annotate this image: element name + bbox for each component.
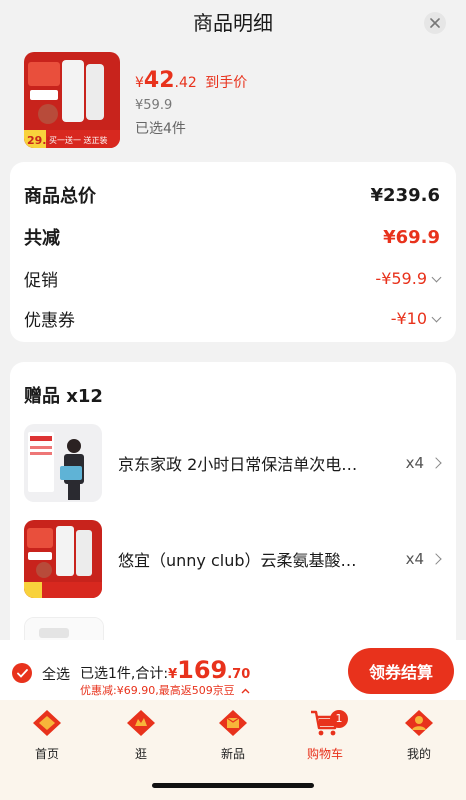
- chevron-down-icon: [431, 272, 442, 283]
- discount-detail[interactable]: 优惠减:¥69.90,最高返509京豆: [80, 682, 250, 698]
- tab-home[interactable]: 首页: [12, 708, 82, 762]
- gift-name: 悠宜（unny club）云柔氨基酸…: [118, 551, 357, 570]
- summary-prefix: 已选1件,合计:: [80, 666, 169, 682]
- product-detail-sheet: 商品明细 29.9 买一送一 送正装 ¥42.42 到手价 ¥59.9 已选4件: [0, 0, 466, 800]
- coupon-row[interactable]: 优惠券 -¥10: [24, 306, 442, 331]
- tab-label: 我的: [406, 747, 431, 761]
- price-decimal: .42: [174, 75, 197, 91]
- tab-label: 新品: [220, 747, 245, 761]
- tab-label: 逛: [134, 747, 147, 761]
- gift-item[interactable]: 京东家政 2小时日常保洁单次电… x4: [24, 424, 442, 502]
- price-main: 42: [143, 68, 175, 93]
- select-all-checkbox[interactable]: [12, 663, 32, 683]
- sheet-header: 商品明细: [0, 0, 466, 46]
- checkout-button[interactable]: 领券结算: [348, 648, 454, 694]
- sheet-title: 商品明细: [193, 11, 273, 35]
- gift-item[interactable]: 悠宜（unny club）云柔氨基酸… x4: [24, 520, 442, 598]
- close-icon: [430, 18, 440, 28]
- tab-label: 首页: [34, 747, 59, 761]
- original-price: ¥59.9: [135, 98, 173, 113]
- tab-cart[interactable]: 1 购物车: [290, 708, 360, 762]
- gifts-card: 赠品 x12 京东家政 2小时日常保洁单次电… x4 悠宜（unny club）…: [10, 362, 456, 662]
- gifts-title: 赠品 x12: [24, 386, 103, 407]
- chevron-right-icon: [430, 553, 442, 565]
- checkout-bar: 全选 已选1件,合计:¥169.70 优惠减:¥69.90,最高返509京豆 领…: [0, 640, 466, 700]
- cart-badge: 1: [330, 710, 348, 728]
- profile-icon: [405, 710, 433, 736]
- coupon-label: 优惠券: [24, 311, 75, 331]
- home-icon: [33, 710, 61, 736]
- gift-qty-group: x4: [405, 550, 442, 568]
- hand-price: ¥42.42 到手价: [135, 68, 247, 93]
- gift-qty: x4: [405, 550, 424, 568]
- total-label: 商品总价: [24, 186, 96, 207]
- product-image[interactable]: 29.9 买一送一 送正装: [24, 52, 120, 148]
- promo-row[interactable]: 促销 -¥59.9: [24, 266, 442, 291]
- total-value: ¥239.6: [370, 184, 440, 206]
- total-decimal: .70: [227, 667, 251, 682]
- tab-label: 购物车: [306, 747, 343, 761]
- select-all-label[interactable]: 全选: [42, 664, 70, 684]
- chevron-up-icon: [241, 688, 250, 694]
- tab-new-products[interactable]: 新品: [198, 708, 268, 762]
- total-currency: ¥: [168, 667, 178, 682]
- promo-value: -¥59.9: [375, 269, 427, 288]
- gift-qty: x4: [405, 454, 424, 472]
- selected-count: 已选4件: [135, 121, 186, 137]
- browse-icon: [127, 710, 155, 736]
- image-caption: 买一送一 送正装: [49, 135, 108, 145]
- price-summary-card: 商品总价 ¥239.6 共减 ¥69.9 促销 -¥59.9 优惠券 -¥10: [10, 162, 456, 342]
- tab-profile[interactable]: 我的: [384, 708, 454, 762]
- gift-name: 京东家政 2小时日常保洁单次电…: [118, 455, 358, 474]
- coupon-value: -¥10: [390, 309, 427, 328]
- currency-symbol: ¥: [135, 75, 144, 91]
- gift-image: [24, 520, 102, 598]
- home-indicator: [152, 783, 314, 788]
- total-main: 169: [177, 656, 228, 684]
- tab-browse[interactable]: 逛: [106, 708, 176, 762]
- discount-text: 优惠减:¥69.90,最高返509京豆: [80, 684, 235, 697]
- reduce-label: 共减: [24, 228, 60, 249]
- close-button[interactable]: [424, 12, 446, 34]
- price-tag: 到手价: [205, 75, 248, 91]
- reduce-value: ¥69.9: [383, 226, 440, 248]
- total-summary: 已选1件,合计:¥169.70: [80, 656, 250, 684]
- gift-image: [24, 424, 102, 502]
- checkmark-icon: [16, 668, 28, 678]
- chevron-down-icon: [431, 312, 442, 323]
- reduce-row: 共减 ¥69.9: [24, 224, 440, 250]
- promo-label: 促销: [24, 271, 58, 291]
- gift-qty-group: x4: [405, 454, 442, 472]
- chevron-right-icon: [430, 457, 442, 469]
- new-products-icon: [219, 710, 247, 736]
- total-row: 商品总价 ¥239.6: [24, 182, 440, 208]
